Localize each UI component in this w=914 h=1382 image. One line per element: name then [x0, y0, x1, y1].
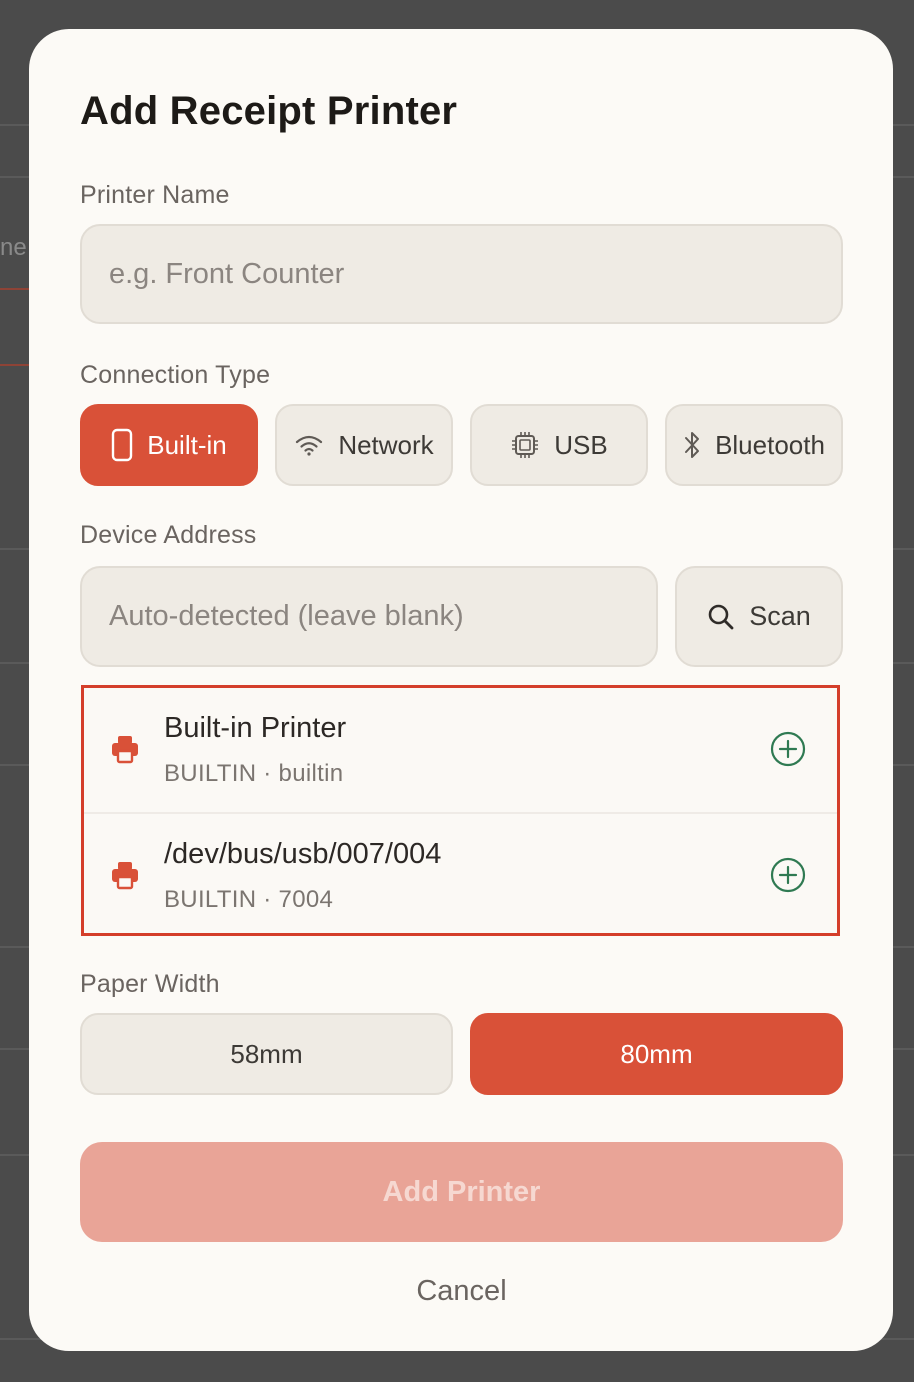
paper-width-80mm-button[interactable]: 80mm: [470, 1013, 843, 1095]
connection-network-label: Network: [338, 429, 434, 460]
connection-usb-button[interactable]: USB: [470, 404, 648, 486]
chip-icon: [512, 432, 539, 458]
device-name: Built-in Printer: [164, 712, 347, 744]
phone-icon: [112, 428, 133, 462]
connection-usb-label: USB: [554, 429, 608, 460]
device-address-label: Device Address: [80, 521, 257, 549]
connection-builtin-button[interactable]: Built-in: [80, 404, 258, 486]
dialog-title: Add Receipt Printer: [80, 89, 458, 133]
background-text: ne: [0, 234, 27, 261]
scan-button[interactable]: Scan: [675, 566, 843, 667]
wifi-icon: [296, 435, 323, 456]
device-subtitle: BUILTIN · 7004: [164, 886, 334, 913]
printer-name-label: Printer Name: [80, 181, 230, 209]
device-list-item[interactable]: /dev/bus/usb/007/004 BUILTIN · 7004: [84, 812, 837, 933]
paper-width-58mm-button[interactable]: 58mm: [80, 1013, 453, 1095]
connection-type-label: Connection Type: [80, 361, 271, 389]
bluetooth-icon: [685, 432, 700, 458]
printer-icon: [112, 736, 138, 764]
cancel-button[interactable]: Cancel: [80, 1269, 843, 1313]
connection-bluetooth-label: Bluetooth: [715, 429, 825, 460]
connection-bluetooth-button[interactable]: Bluetooth: [665, 404, 843, 486]
device-address-input[interactable]: [80, 566, 658, 667]
add-circle-icon[interactable]: [770, 857, 806, 893]
add-printer-dialog: Add Receipt Printer Printer Name Connect…: [29, 29, 893, 1351]
paper-width-label: Paper Width: [80, 970, 220, 998]
discovered-device-list: Built-in Printer BUILTIN · builtin /dev/…: [81, 685, 840, 936]
device-list-item[interactable]: Built-in Printer BUILTIN · builtin: [84, 688, 837, 812]
search-icon: [708, 604, 734, 629]
device-subtitle: BUILTIN · builtin: [164, 760, 344, 787]
printer-icon: [112, 862, 138, 890]
scan-label: Scan: [749, 601, 811, 631]
device-name: /dev/bus/usb/007/004: [164, 838, 442, 870]
add-printer-button[interactable]: Add Printer: [80, 1142, 843, 1242]
connection-network-button[interactable]: Network: [275, 404, 453, 486]
printer-name-input[interactable]: [80, 224, 843, 324]
connection-builtin-label: Built-in: [147, 429, 227, 460]
add-circle-icon[interactable]: [770, 731, 806, 767]
